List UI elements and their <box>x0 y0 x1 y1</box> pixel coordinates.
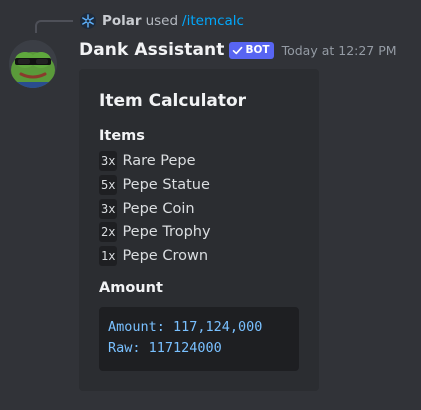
item-name: Pepe Coin <box>122 201 195 217</box>
item-quantity: 2x <box>99 222 118 242</box>
item-quantity: 1x <box>99 246 118 266</box>
pepe-frog-avatar <box>9 40 57 88</box>
checkmark-icon <box>233 46 243 54</box>
item-quantity: 3x <box>99 199 118 219</box>
message-username[interactable]: Dank Assistant <box>79 40 224 60</box>
snowflake-icon <box>80 13 96 29</box>
reply-reference[interactable]: Polar used /itemcalc <box>80 11 244 31</box>
list-item: 2x Pepe Trophy <box>99 222 211 242</box>
item-name: Pepe Trophy <box>122 224 211 240</box>
bot-badge-label: BOT <box>245 44 270 56</box>
amount-line: Amount: 117,124,000 <box>108 319 263 335</box>
bot-badge: BOT <box>229 41 274 59</box>
list-item: 3x Rare Pepe <box>99 151 196 171</box>
list-item: 1x Pepe Crown <box>99 246 208 266</box>
raw-line: Raw: 117124000 <box>108 340 222 356</box>
reply-connector-line <box>35 20 73 33</box>
reply-used-text: used <box>145 13 179 29</box>
item-name: Pepe Crown <box>122 248 209 264</box>
reply-username[interactable]: Polar <box>102 13 142 29</box>
items-field-name: Items <box>99 128 145 144</box>
amount-code-block: Amount: 117,124,000 Raw: 117124000 <box>99 307 299 371</box>
chat-message: Polar used /itemcalc Dank Assistant BOT … <box>0 0 421 410</box>
list-item: 5x Pepe Statue <box>99 175 210 195</box>
item-quantity: 3x <box>99 151 118 171</box>
embed-title: Item Calculator <box>99 91 247 111</box>
avatar[interactable] <box>9 40 57 88</box>
item-quantity: 5x <box>99 175 118 195</box>
reply-command-link[interactable]: /itemcalc <box>182 13 244 29</box>
amount-field-name: Amount <box>99 280 163 296</box>
message-timestamp[interactable]: Today at 12:27 PM <box>282 43 397 58</box>
embed: Item Calculator Items 3x Rare Pepe 5x Pe… <box>79 69 319 391</box>
item-name: Rare Pepe <box>122 153 196 169</box>
message-header: Dank Assistant BOT Today at 12:27 PM <box>79 38 397 62</box>
list-item: 3x Pepe Coin <box>99 199 195 219</box>
item-name: Pepe Statue <box>122 177 210 193</box>
